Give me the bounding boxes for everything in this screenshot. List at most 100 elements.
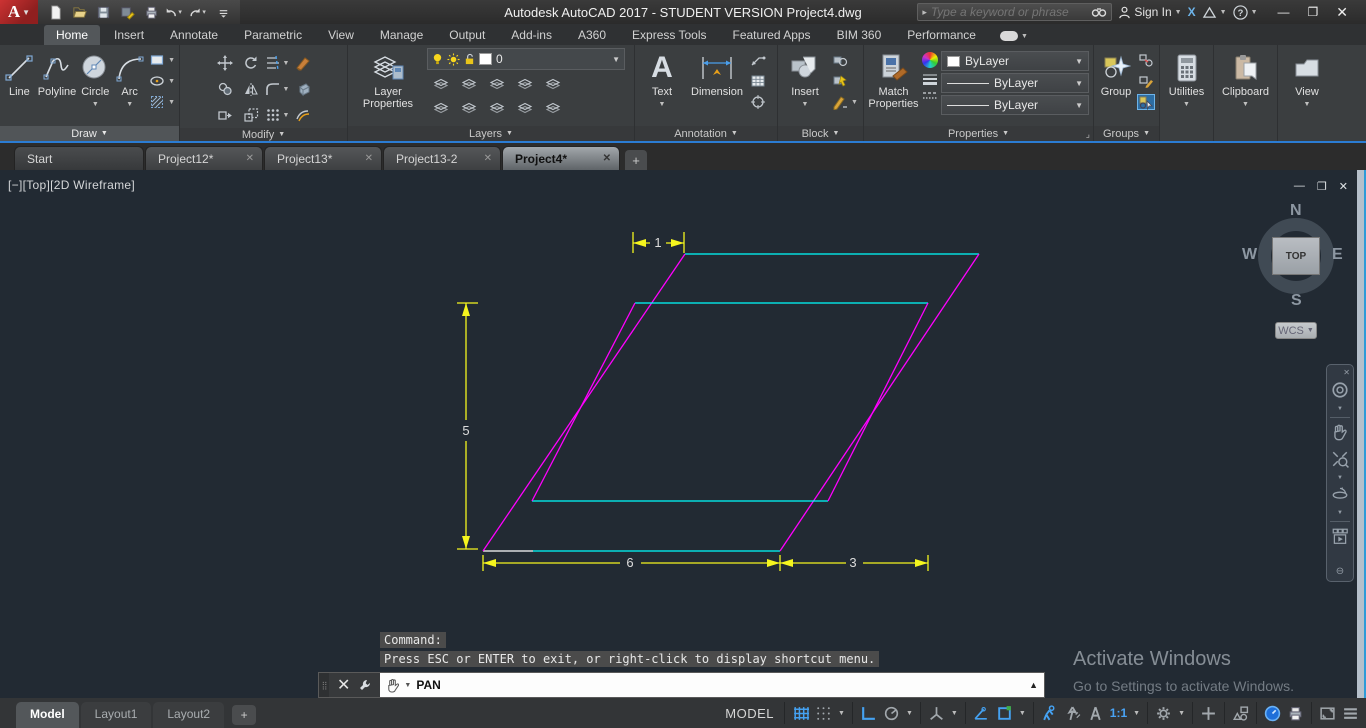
close-button[interactable]: ✕ <box>1336 4 1348 21</box>
attributes-icon[interactable] <box>831 94 849 110</box>
hatch-icon[interactable] <box>148 94 166 110</box>
new-file-tab-button[interactable]: + <box>625 150 647 170</box>
dimension-button[interactable]: Dimension <box>688 48 746 98</box>
status-annotation-autoscale-icon[interactable] <box>1064 705 1081 722</box>
panel-clipboard[interactable]: Clipboard ▼ <box>1214 45 1278 141</box>
status-grid-icon[interactable] <box>792 705 810 722</box>
color-combo-dropdown-icon[interactable]: ▼ <box>1075 57 1083 66</box>
navigation-wheel-dropdown-icon[interactable]: ▼ <box>1337 406 1343 412</box>
status-isometric-icon[interactable] <box>928 705 945 722</box>
annotation-scale-value[interactable]: 1:1 <box>1110 706 1127 720</box>
match-properties-button[interactable]: Match Properties <box>868 48 919 110</box>
layer-lock-icon[interactable] <box>516 76 534 92</box>
layer-match-icon[interactable] <box>544 76 562 92</box>
file-tab-close-icon[interactable]: ✕ <box>484 153 492 164</box>
zoom-dropdown-icon[interactable]: ▼ <box>1337 475 1343 481</box>
fillet-dropdown-icon[interactable]: ▼ <box>283 86 290 93</box>
search-box[interactable]: ▸ <box>917 3 1113 21</box>
command-input[interactable]: ▼ PAN ▲ <box>380 673 1044 697</box>
command-close-icon[interactable]: ✕ <box>337 675 350 695</box>
drawing-canvas[interactable]: [−][Top][2D Wireframe] — ❐ ✕ 1563 N S W … <box>0 170 1366 698</box>
ribbon-tab-manage[interactable]: Manage <box>368 25 435 45</box>
lineweight-combo[interactable]: ByLayer ▼ <box>941 73 1089 93</box>
status-snap-dropdown-icon[interactable]: ▼ <box>838 710 845 717</box>
binoculars-search-icon[interactable] <box>1091 6 1107 18</box>
ribbon-tab-parametric[interactable]: Parametric <box>232 25 314 45</box>
status-fullscreen-icon[interactable] <box>1319 705 1336 722</box>
insert-dropdown-icon[interactable]: ▼ <box>802 99 809 111</box>
drawing-line-magenta[interactable] <box>531 302 636 502</box>
block-panel-label[interactable]: Block ▼ <box>778 126 863 141</box>
file-tab-project12-[interactable]: Project12* ✕ <box>145 146 263 170</box>
layer-walk-icon[interactable] <box>460 100 478 116</box>
erase-icon[interactable] <box>294 55 312 71</box>
rotate-icon[interactable] <box>242 55 260 71</box>
undo-dropdown-icon[interactable]: ▾ <box>178 8 186 16</box>
layer-combo-dropdown-icon[interactable]: ▼ <box>612 55 620 64</box>
status-graphics-performance-icon[interactable] <box>1264 705 1281 722</box>
ribbon-display-toggle[interactable]: ▼ <box>999 31 1028 45</box>
command-wrench-icon[interactable] <box>358 678 372 692</box>
layer-unlock-icon[interactable] <box>516 100 534 116</box>
a360-cloud-icon[interactable]: ▼ <box>1202 6 1227 19</box>
annotation-panel-label[interactable]: Annotation ▼ <box>635 126 777 141</box>
ribbon-tab-performance[interactable]: Performance <box>895 25 988 45</box>
dimension-value[interactable]: 1 <box>654 235 661 250</box>
groups-panel-label[interactable]: Groups ▼ <box>1094 126 1159 141</box>
new-file-icon[interactable] <box>44 2 66 22</box>
search-arrow-icon[interactable]: ▸ <box>922 7 927 18</box>
status-workspace-gear-icon[interactable] <box>1155 705 1172 722</box>
clipboard-button[interactable]: Clipboard ▼ <box>1218 48 1273 111</box>
save-as-icon[interactable] <box>116 2 138 22</box>
text-button[interactable]: A Text ▼ <box>639 48 685 111</box>
status-plus-icon[interactable] <box>1200 705 1217 722</box>
utilities-button[interactable]: Utilities ▼ <box>1164 48 1209 111</box>
mirror-icon[interactable] <box>242 81 260 97</box>
view-button[interactable]: View ▼ <box>1284 48 1330 111</box>
properties-panel-label[interactable]: Properties ▼ ⌟ <box>864 126 1093 141</box>
status-customization-menu-icon[interactable] <box>1342 705 1359 722</box>
viewcube-east[interactable]: E <box>1332 246 1343 264</box>
draw-panel-label[interactable]: Draw ▼ <box>0 126 179 141</box>
ungroup-icon[interactable] <box>1137 52 1155 68</box>
layer-freeze-icon[interactable] <box>488 76 506 92</box>
view-dropdown-icon[interactable]: ▼ <box>1304 99 1311 111</box>
command-options-dropdown-icon[interactable]: ▼ <box>404 682 411 689</box>
array-icon[interactable] <box>264 107 282 123</box>
viewcube-top-face[interactable]: TOP <box>1272 237 1320 275</box>
redo-icon[interactable]: ▾ <box>188 2 210 22</box>
rectangle-dropdown-icon[interactable]: ▼ <box>168 57 175 64</box>
navbar-menu-icon[interactable]: ⊖ <box>1336 566 1344 577</box>
circle-button[interactable]: Circle ▼ <box>79 48 111 111</box>
attributes-dropdown-icon[interactable]: ▼ <box>851 99 858 106</box>
status-isometric-dropdown-icon[interactable]: ▼ <box>951 710 958 717</box>
trim-dropdown-icon[interactable]: ▼ <box>283 60 290 67</box>
status-isolate-objects-icon[interactable] <box>1232 705 1249 722</box>
linetype-icon[interactable] <box>922 90 938 102</box>
drawing-line-magenta[interactable] <box>827 302 929 502</box>
linetype-combo[interactable]: ByLayer ▼ <box>941 95 1089 115</box>
lineweight-combo-dropdown-icon[interactable]: ▼ <box>1075 79 1083 88</box>
command-history-toggle-icon[interactable]: ▲ <box>1029 680 1038 690</box>
minimize-button[interactable]: — <box>1278 5 1290 19</box>
status-polar-dropdown-icon[interactable]: ▼ <box>906 710 913 717</box>
navbar-close-icon[interactable]: ✕ <box>1343 369 1350 377</box>
trim-icon[interactable] <box>264 55 282 71</box>
viewcube-west[interactable]: W <box>1242 246 1257 264</box>
qat-menu-icon[interactable] <box>212 2 234 22</box>
sign-in-dropdown-icon[interactable]: ▼ <box>1175 9 1182 16</box>
orbit-tool-icon[interactable] <box>1331 485 1349 508</box>
move-icon[interactable] <box>216 55 234 71</box>
status-object-snap-tracking-icon[interactable] <box>973 705 990 722</box>
status-polar-icon[interactable] <box>883 705 900 722</box>
navigation-wheel-icon[interactable] <box>1331 381 1349 404</box>
ribbon-tab-featured-apps[interactable]: Featured Apps <box>721 25 823 45</box>
dimension-value[interactable]: 6 <box>626 555 633 570</box>
active-command-text[interactable]: PAN <box>416 678 440 692</box>
center-mark-icon[interactable] <box>749 94 767 110</box>
a360-dropdown-icon[interactable]: ▼ <box>1220 9 1227 16</box>
insert-button[interactable]: Insert ▼ <box>782 48 828 111</box>
line-button[interactable]: Line <box>4 48 35 98</box>
layer-on-icon[interactable] <box>432 100 450 116</box>
write-block-icon[interactable] <box>831 73 849 89</box>
